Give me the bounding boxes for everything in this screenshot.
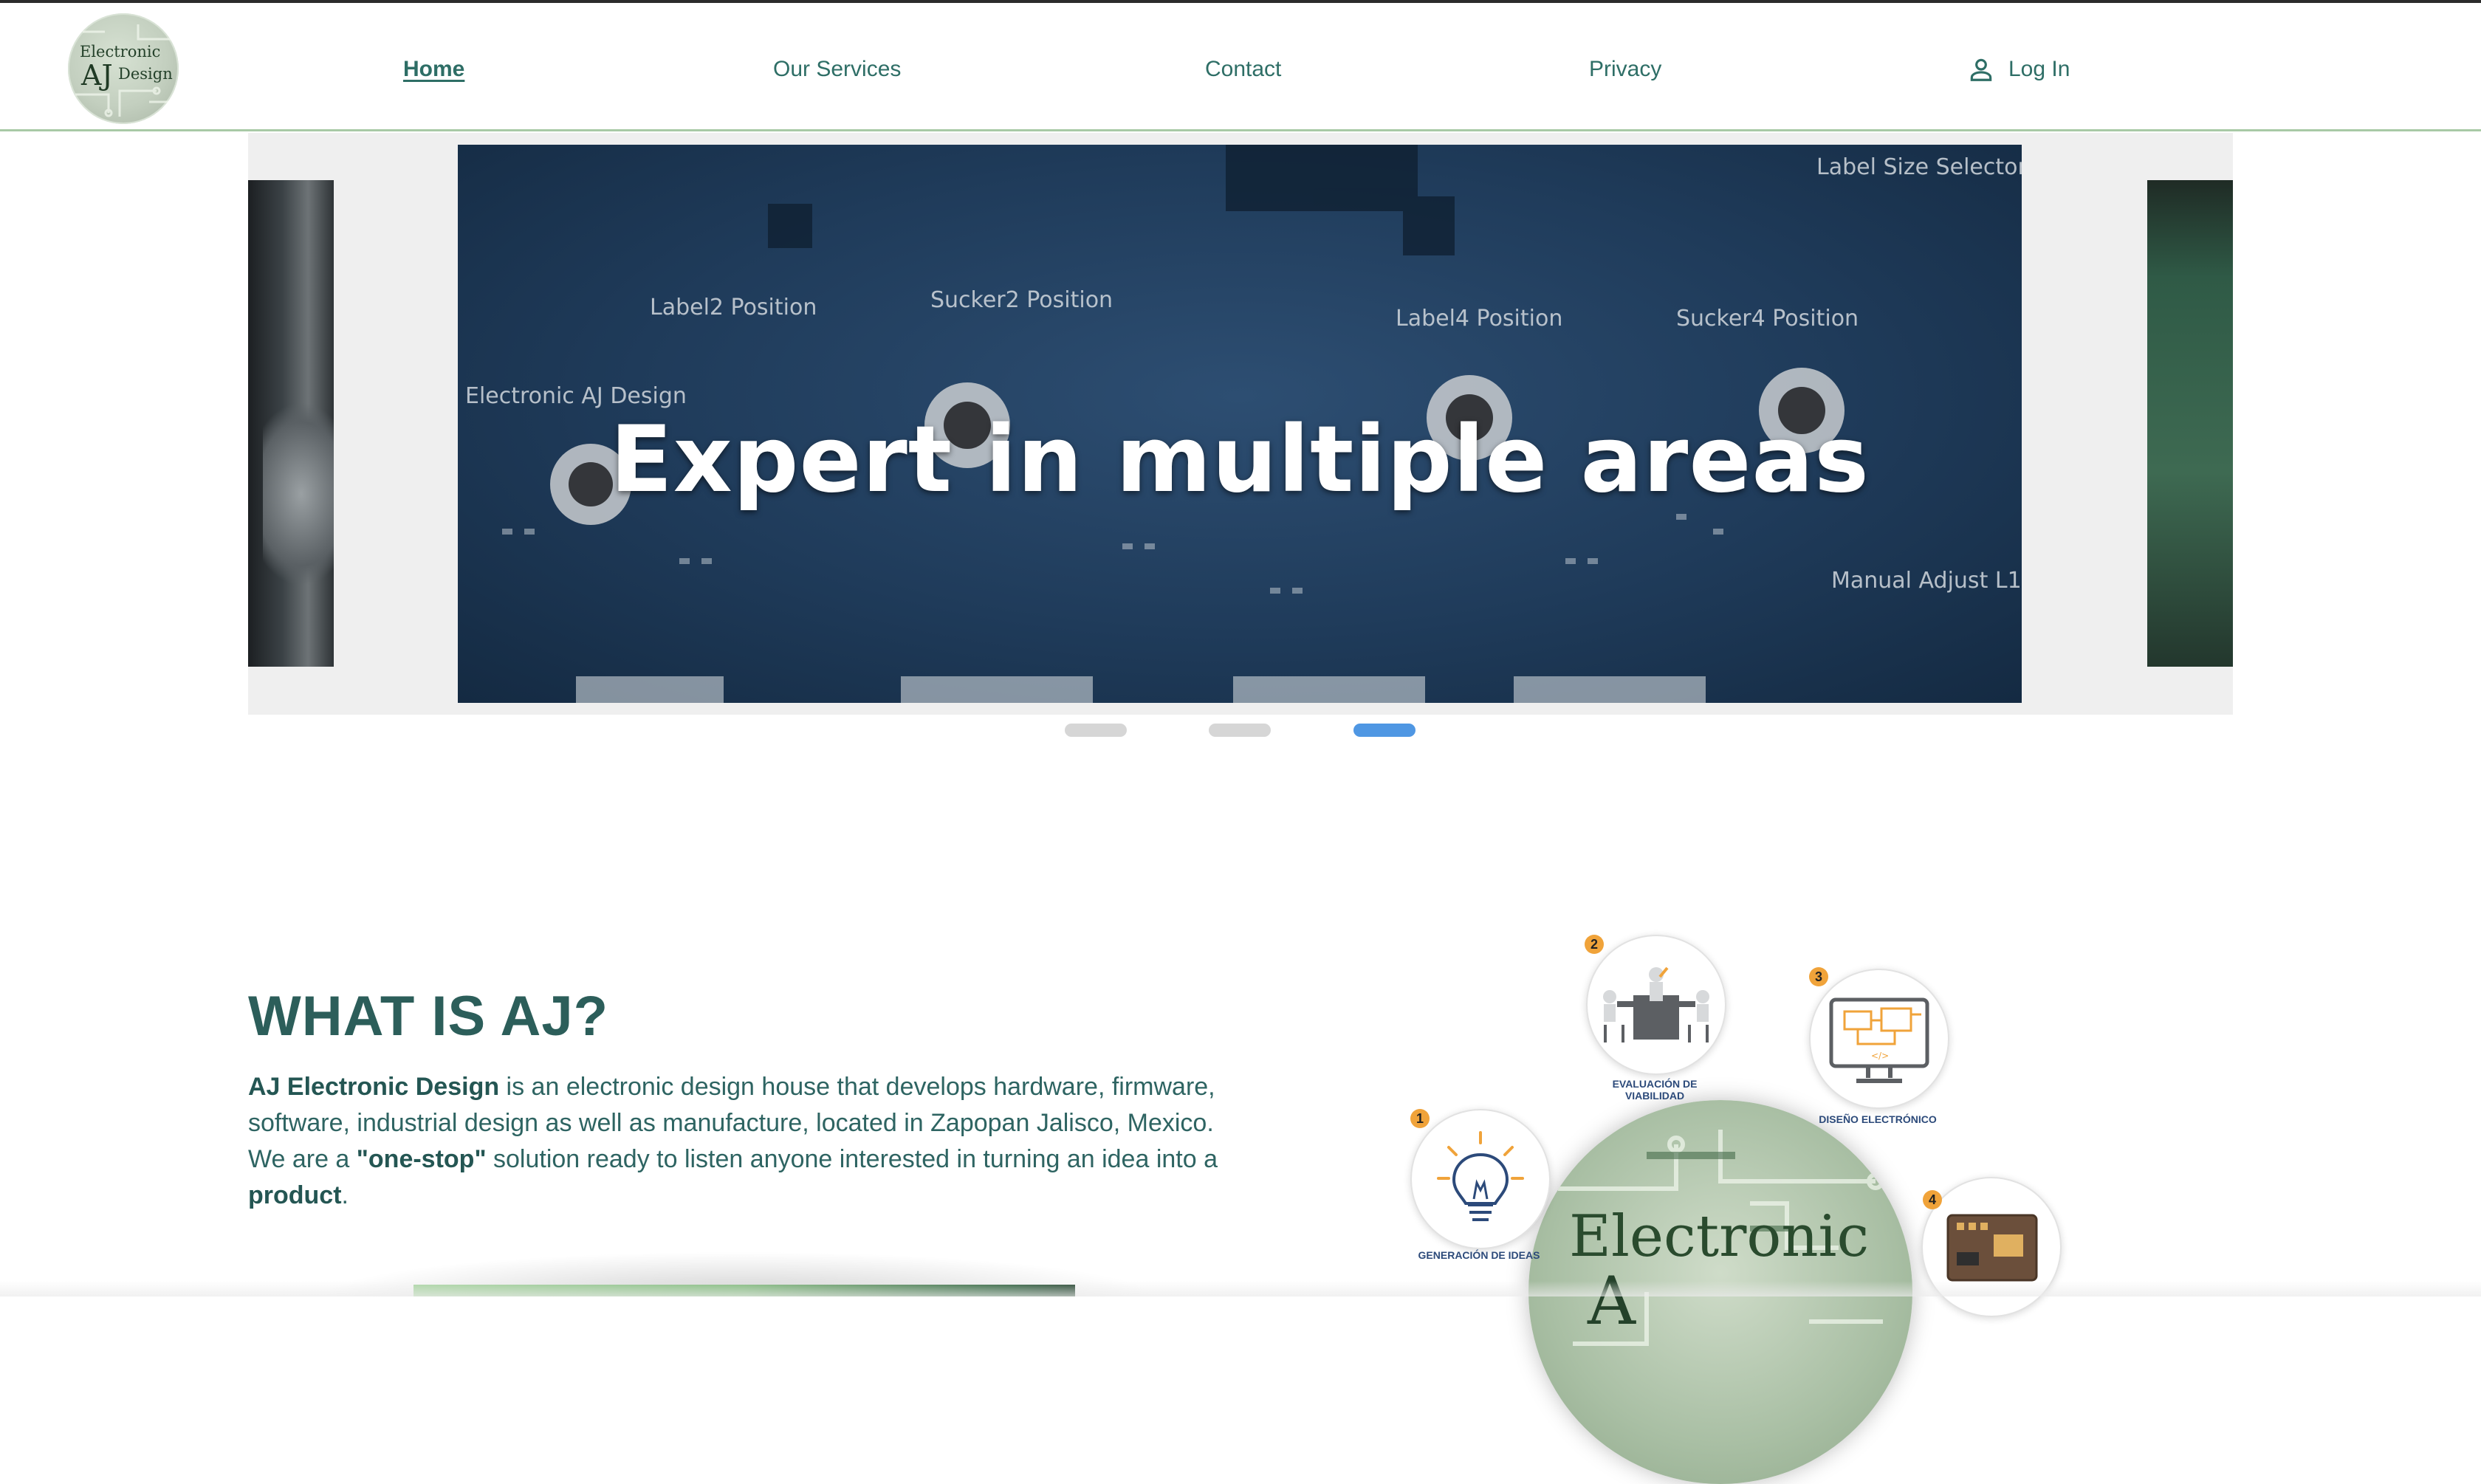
login-label: Log In [2008,57,2070,81]
carousel-dot-2[interactable] [1209,724,1271,737]
about-paragraph: AJ Electronic Design is an electronic de… [248,1069,1230,1214]
carousel-next-slide[interactable] [2147,180,2233,667]
pcb-label-3: Label4 Position [1396,306,1562,332]
logo-text-electronic: Electronic [80,43,161,61]
step-1-badge: 1 [1410,1109,1430,1128]
nav-our-services[interactable]: Our Services [773,55,901,84]
about-text-2-end: . [341,1181,349,1209]
about-text-2-pre: We are a [248,1145,357,1173]
nav-contact[interactable]: Contact [1205,55,1281,84]
pcb-label-5: Electronic AJ Design [465,383,687,409]
step-4-badge: 4 [1923,1190,1942,1209]
step-feasibility [1586,935,1726,1075]
pcb-label-7: Manual Adjust L1-L2 [1831,568,2022,594]
center-logo-text: Electronic [1569,1203,1870,1270]
center-logo-monogram: A [1588,1263,1636,1340]
about-heading: WHAT IS AJ? [248,985,609,1048]
bottom-fade [0,1281,2481,1296]
step-electronic-design: </> [1809,969,1949,1109]
about-text-2-mid: solution ready to listen anyone interest… [486,1145,1218,1173]
logo-text-design: Design [118,65,173,83]
slide-title: Expert in multiple areas [610,407,1870,513]
lightbulb-icon [1437,1131,1524,1221]
pcb-label-6: Label Size Selector [1816,154,2022,180]
meeting-icon [1603,966,1709,1042]
hero-carousel[interactable]: Label2 Position Sucker2 Position Label4 … [248,133,2233,715]
carousel-dot-1[interactable] [1065,724,1127,737]
site-header: Electronic AJ Design Home Our Services C… [0,3,2481,131]
nav-privacy[interactable]: Privacy [1589,55,1661,84]
step-2-badge: 2 [1585,935,1604,954]
carousel-dot-3[interactable] [1353,724,1415,737]
product-text: product [248,1181,342,1209]
carousel-current-slide: Label2 Position Sucker2 Position Label4 … [458,145,2022,703]
step-2-label: EVALUACIÓN DE VIABILIDAD [1612,1078,1698,1102]
logo-monogram: AJ [81,59,113,92]
step-1-label: GENERACIÓN DE IDEAS [1418,1249,1540,1261]
nav-home[interactable]: Home [403,55,464,84]
site-logo[interactable]: Electronic AJ Design [68,13,179,124]
monitor-circuit-icon: </> [1829,997,1929,1083]
one-stop-text: "one-stop" [356,1145,487,1173]
pcb-label-4: Sucker4 Position [1676,306,1859,332]
step-ideas [1410,1109,1551,1249]
svg-text:</>: </> [1871,1051,1889,1061]
pcb-label-1: Label2 Position [650,295,817,320]
step-3-badge: 3 [1809,967,1828,986]
step-3-label: DISEÑO ELECTRÓNICO [1819,1113,1937,1125]
design-process-diagram: Electronic A 1 GENERACIÓN DE IDEAS 2 EVA… [1388,923,2082,1484]
pcb-label-2: Sucker2 Position [930,287,1113,313]
user-icon [1970,58,1992,81]
login-button[interactable]: Log In [1967,55,2070,84]
company-name: AJ Electronic Design [248,1073,500,1101]
carousel-prev-slide[interactable] [248,180,334,667]
carousel-indicators [0,724,2481,738]
